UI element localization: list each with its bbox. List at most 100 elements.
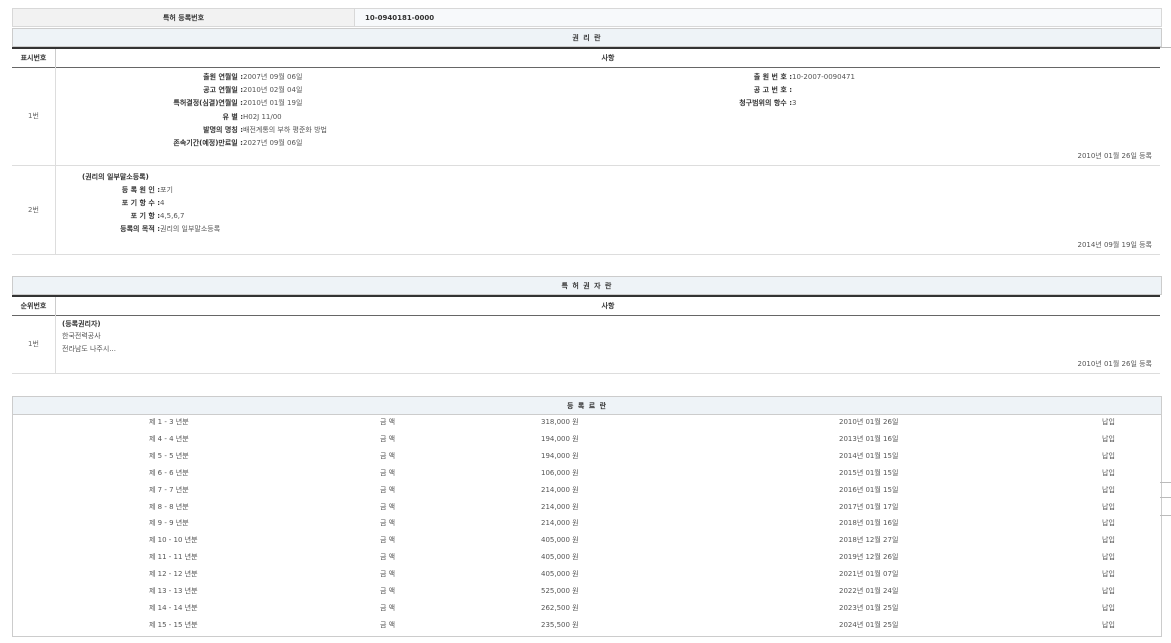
- fee-amount: 405,000 원: [541, 549, 579, 566]
- fee-paid-date: 2019년 12월 26일: [839, 549, 898, 566]
- fee-year: 제 10 - 10 년분: [149, 532, 198, 549]
- fee-paid-date: 2015년 01월 15일: [839, 465, 898, 482]
- fee-row: 제 12 - 12 년분금 액405,000 원2021년 01월 07일납입: [13, 566, 1161, 583]
- registration-date-note: 2010년 01월 26일 등록: [1077, 151, 1152, 161]
- application-number: 출 원 번 호 :10-2007-0090471: [616, 71, 855, 84]
- fee-amount-label: 금 액: [380, 532, 395, 549]
- registration-purpose: 등록의 목적 :권리의 일부말소등록: [56, 223, 220, 236]
- fee-amount: 318,000 원: [541, 414, 579, 431]
- fee-status: 납입: [1102, 600, 1115, 617]
- fee-amount: 262,500 원: [541, 600, 579, 617]
- fee-amount: 214,000 원: [541, 499, 579, 516]
- fee-status: 납입: [1102, 515, 1115, 532]
- filing-date: 출원 연월일 :2007년 09월 06일: [56, 71, 302, 84]
- fee-paid-date: 2022년 01월 24일: [839, 583, 898, 600]
- fee-paid-date: 2010년 01월 26일: [839, 414, 898, 431]
- row-number: 2번: [12, 166, 56, 254]
- col-rank-number: 순위번호: [12, 297, 56, 315]
- fee-amount: 214,000 원: [541, 482, 579, 499]
- fee-amount-label: 금 액: [380, 549, 395, 566]
- fee-year: 제 13 - 13 년분: [149, 583, 198, 600]
- fee-year: 제 5 - 5 년분: [149, 448, 189, 465]
- fee-row: 제 8 - 8 년분금 액214,000 원2017년 01월 17일납입: [13, 499, 1161, 516]
- fee-amount: 214,000 원: [541, 515, 579, 532]
- claims-count: 청구범위의 항수 :3: [616, 97, 796, 110]
- fee-amount: 235,500 원: [541, 617, 579, 634]
- fee-paid-date: 2016년 01월 15일: [839, 482, 898, 499]
- fee-status: 납입: [1102, 549, 1115, 566]
- fee-status: 납입: [1102, 617, 1115, 634]
- fee-amount: 405,000 원: [541, 532, 579, 549]
- fee-amount-label: 금 액: [380, 482, 395, 499]
- fee-row: 제 13 - 13 년분금 액525,000 원2022년 01월 24일납입: [13, 583, 1161, 600]
- fee-status: 납입: [1102, 414, 1115, 431]
- row-number: 1번: [12, 67, 56, 165]
- fee-row: 제 4 - 4 년분금 액194,000 원2013년 01월 16일납입: [13, 431, 1161, 448]
- fee-year: 제 11 - 11 년분: [149, 549, 198, 566]
- fee-amount-label: 금 액: [380, 566, 395, 583]
- fee-year: 제 15 - 15 년분: [149, 617, 198, 634]
- registration-date-note: 2014년 09월 19일 등록: [1077, 240, 1152, 250]
- fee-amount: 525,000 원: [541, 583, 579, 600]
- fee-row: 제 7 - 7 년분금 액214,000 원2016년 01월 15일납입: [13, 482, 1161, 499]
- fee-year: 제 8 - 8 년분: [149, 499, 189, 516]
- fee-paid-date: 2013년 01월 16일: [839, 431, 898, 448]
- fee-row: 제 15 - 15 년분금 액235,500 원2024년 01월 25일납입: [13, 617, 1161, 634]
- registration-date-note: 2010년 01월 26일 등록: [1077, 359, 1152, 369]
- edge-line: [1160, 497, 1171, 498]
- fee-amount-label: 금 액: [380, 617, 395, 634]
- fee-year: 제 6 - 6 년분: [149, 465, 189, 482]
- fee-row: 제 11 - 11 년분 금 액 405,000 원 2019년 12월 26일 납입: [13, 549, 1161, 566]
- col-display-number: 표시번호: [12, 49, 56, 67]
- fee-amount: 194,000 원: [541, 431, 579, 448]
- fee-amount: 405,000 원: [541, 566, 579, 583]
- edge-line: [1160, 47, 1171, 48]
- partial-cancellation-title: (권리의 일부말소등록): [82, 171, 149, 184]
- col-matter: 사항: [56, 49, 1160, 67]
- fee-paid-date: 2021년 01월 07일: [839, 566, 898, 583]
- col-matter: 사항: [56, 297, 1160, 315]
- fee-paid-date: 2017년 01월 17일: [839, 499, 898, 516]
- fee-status: 납입: [1102, 448, 1115, 465]
- fee-row: 제 10 - 10 년분 금 액 405,000 원 2018년 12월 27일 납입: [13, 532, 1161, 549]
- edge-line: [1160, 515, 1171, 516]
- fee-amount-label: 금 액: [380, 515, 395, 532]
- waived-claims-count: 포 기 항 수 :4: [56, 197, 164, 210]
- fee-status: 납입: [1102, 566, 1115, 583]
- fee-year: 제 1 - 3 년분: [149, 414, 189, 431]
- fee-amount: 194,000 원: [541, 448, 579, 465]
- holder-address: 전라남도 나주시...: [62, 343, 116, 356]
- fee-section-title: 등 록 료 란: [12, 396, 1162, 415]
- rights-column-header: 표시번호 사항: [12, 47, 1160, 68]
- fee-row: 제 6 - 6 년분금 액106,000 원2015년 01월 15일납입: [13, 465, 1161, 482]
- fee-row: 제 5 - 5 년분금 액194,000 원2014년 01월 15일납입: [13, 448, 1161, 465]
- rights-section-title: 권 리 란: [12, 28, 1162, 47]
- fee-amount: 106,000 원: [541, 465, 579, 482]
- fee-row: 제 9 - 9 년분금 액214,000 원2018년 01월 16일납입: [13, 515, 1161, 532]
- fee-paid-date: 2018년 12월 27일: [839, 532, 898, 549]
- fee-paid-date: 2018년 01월 16일: [839, 515, 898, 532]
- edge-line: [1160, 482, 1171, 483]
- fee-row: 제 1 - 3 년분금 액318,000 원2010년 01월 26일납입: [13, 414, 1161, 431]
- classification: 유 별 :H02J 11/00: [56, 111, 282, 124]
- holder-name: 한국전력공사: [62, 330, 101, 343]
- row-number: 1번: [12, 315, 56, 373]
- fee-status: 납입: [1102, 482, 1115, 499]
- publication-number: 공 고 번 호 :: [616, 84, 792, 97]
- fee-year: 제 14 - 14 년분: [149, 600, 198, 617]
- fee-amount-label: 금 액: [380, 465, 395, 482]
- fee-amount-label: 금 액: [380, 600, 395, 617]
- rights-row-2: 2번 (권리의 일부말소등록) 등 록 원 인 :포기 포 기 항 수 :4 포…: [12, 166, 1160, 255]
- patentee-row-1: 1번 (등록권리자) 한국전력공사 전라남도 나주시... 2010년 01월 …: [12, 315, 1160, 374]
- fee-status: 납입: [1102, 532, 1115, 549]
- patentee-section-title: 특 허 권 자 란: [12, 276, 1162, 295]
- expiry-date: 존속기간(예정)만료일 :2027년 09월 06일: [56, 137, 302, 150]
- publication-date: 공고 연월일 :2010년 02월 04일: [56, 84, 302, 97]
- fee-section: 등 록 료 란 제 1 - 3 년분금 액 318,000 원 2010년 01월 …: [12, 396, 1162, 637]
- registration-row: 특허 등록번호 10-0940181-0000: [12, 8, 1162, 27]
- fee-status: 납입: [1102, 583, 1115, 600]
- decision-date: 특허결정(심결)연월일 :2010년 01월 19일: [56, 97, 302, 110]
- waived-claims: 포 기 항 :4,5,6,7: [56, 210, 185, 223]
- invention-title: 발명의 명칭 :배전계통의 부하 평준화 방법: [56, 124, 327, 137]
- fee-status: 납입: [1102, 431, 1115, 448]
